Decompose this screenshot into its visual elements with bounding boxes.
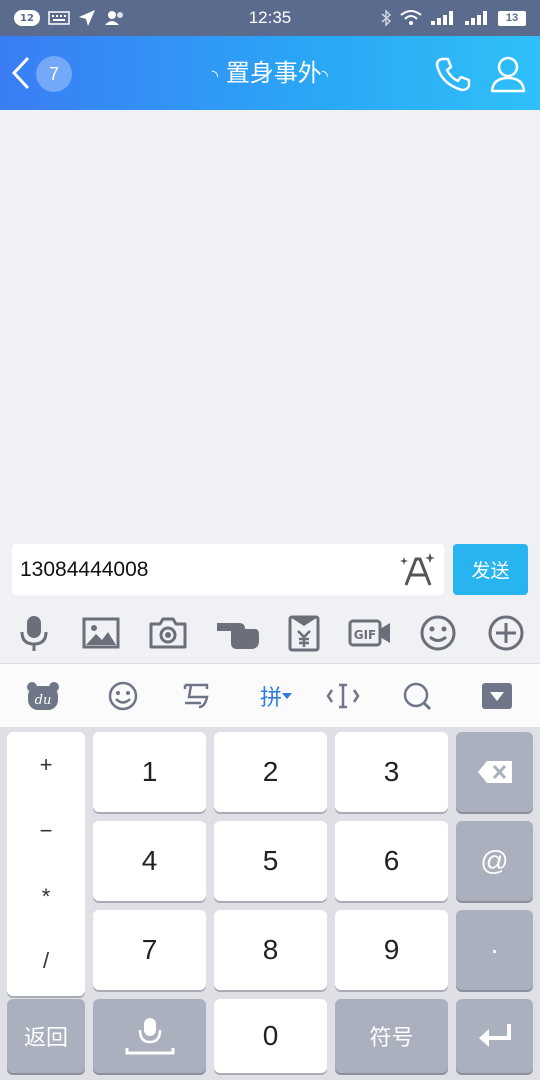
composer: 13084444008 发送	[0, 535, 540, 603]
enter-key[interactable]	[456, 999, 533, 1073]
key-0[interactable]: 0	[214, 999, 327, 1073]
battery-indicator: 13	[498, 10, 526, 26]
gif-icon[interactable]: GIF	[348, 613, 392, 653]
phone-icon[interactable]	[433, 54, 473, 94]
key-slash[interactable]: /	[7, 948, 85, 974]
key-1[interactable]: 1	[93, 732, 206, 812]
key-minus[interactable]: −	[7, 818, 85, 844]
ime-toolbar: du 拼	[0, 663, 540, 727]
cursor-icon[interactable]	[323, 676, 363, 716]
bluetooth-icon	[381, 9, 392, 27]
voice-key[interactable]	[93, 999, 206, 1073]
enter-icon	[478, 1024, 511, 1047]
status-bar: 12 12:35 13	[0, 0, 540, 36]
key-5[interactable]: 5	[214, 821, 327, 901]
chat-header: 7 ◝ 置身事外◝	[0, 36, 540, 110]
status-right: 13	[380, 0, 526, 36]
message-list[interactable]	[0, 110, 540, 535]
pinyin-mode-label: 拼	[259, 686, 282, 711]
camera-icon[interactable]	[148, 613, 188, 653]
wifi-icon	[400, 10, 422, 25]
message-input[interactable]: 13084444008	[12, 544, 444, 595]
key-4[interactable]: 4	[93, 821, 206, 901]
emoji-icon[interactable]	[418, 613, 458, 653]
pinyin-mode[interactable]: 拼	[254, 676, 298, 716]
microphone-icon[interactable]	[14, 613, 54, 653]
key-asterisk[interactable]: *	[7, 884, 85, 910]
user-icon[interactable]	[488, 54, 528, 94]
voice-icon	[125, 1018, 174, 1055]
contact-name: 置身事外	[225, 59, 322, 87]
backspace-icon	[477, 761, 512, 783]
font-style-icon[interactable]	[400, 551, 436, 587]
key-3[interactable]: 3	[335, 732, 448, 812]
du-logo-icon[interactable]: du	[23, 676, 63, 716]
poke-hand-icon[interactable]	[215, 613, 261, 653]
image-icon[interactable]	[81, 613, 121, 653]
key-plus[interactable]: +	[7, 752, 85, 778]
svg-text:GIF: GIF	[354, 628, 377, 642]
key-9[interactable]: 9	[335, 910, 448, 990]
signal-icon	[431, 11, 453, 25]
hide-keyboard-icon[interactable]	[477, 676, 517, 716]
ime-search-icon[interactable]	[397, 676, 437, 716]
numeric-keyboard: + − * / 1 2 3 4 5 6 @ 7 8 9 · 返回 0 符号	[0, 727, 540, 1080]
chat-toolbar: GIF	[0, 603, 540, 663]
ime-emoji-icon[interactable]	[103, 676, 143, 716]
key-dot[interactable]: ·	[456, 910, 533, 990]
signal-icon-2	[465, 11, 487, 25]
symbol-column: + − * /	[7, 732, 85, 996]
back-key[interactable]: 返回	[7, 999, 85, 1073]
title-deco-left: ◝	[211, 66, 219, 85]
key-8[interactable]: 8	[214, 910, 327, 990]
symbol-key[interactable]: 符号	[335, 999, 448, 1073]
title-deco-right: ◝	[321, 66, 329, 85]
handwrite-icon[interactable]	[176, 676, 216, 716]
plus-icon[interactable]	[486, 613, 526, 653]
send-button[interactable]: 发送	[453, 544, 528, 595]
key-6[interactable]: 6	[335, 821, 448, 901]
backspace-key[interactable]	[456, 732, 533, 812]
svg-text:du: du	[35, 693, 52, 708]
key-2[interactable]: 2	[214, 732, 327, 812]
red-packet-icon[interactable]	[284, 613, 324, 653]
key-at[interactable]: @	[456, 821, 533, 901]
key-7[interactable]: 7	[93, 910, 206, 990]
